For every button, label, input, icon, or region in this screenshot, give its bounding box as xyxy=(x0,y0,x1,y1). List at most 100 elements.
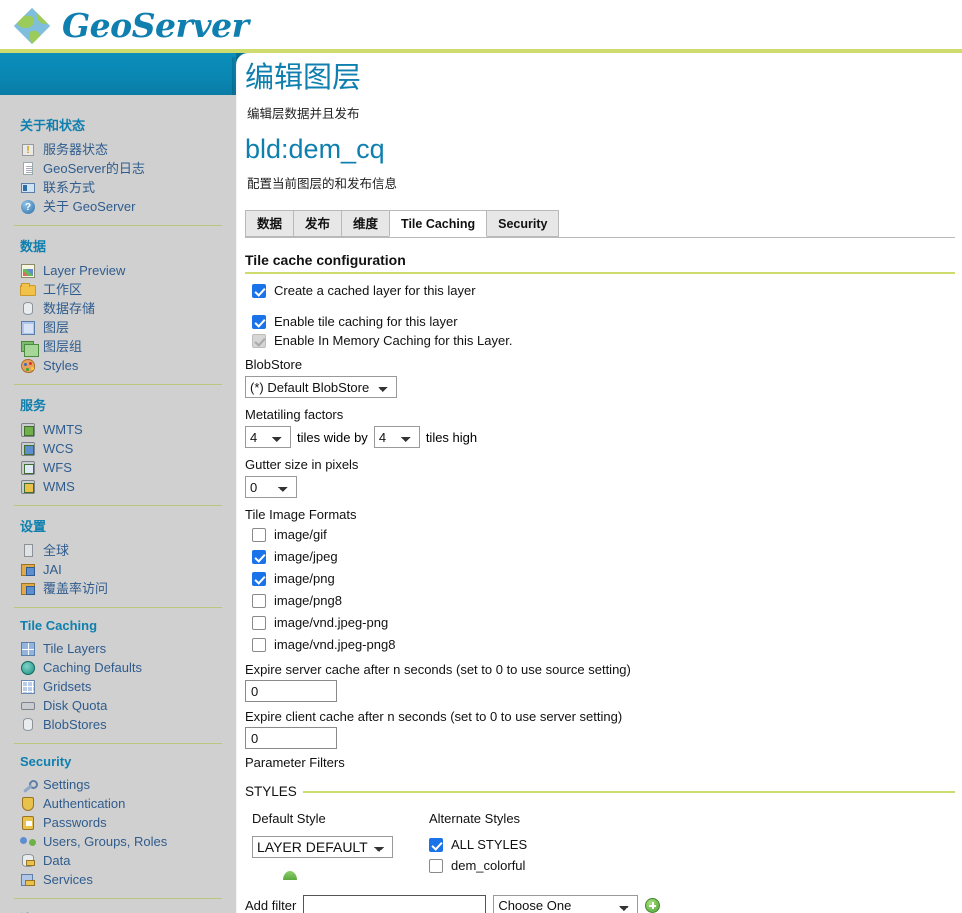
all-styles-checkbox[interactable] xyxy=(429,837,443,852)
sidebar-top-block xyxy=(0,53,236,95)
caching-defaults-icon xyxy=(20,660,36,676)
server-status-icon xyxy=(20,142,36,160)
format-row[interactable]: image/png xyxy=(245,571,955,586)
sidebar-item-passwords[interactable]: Passwords xyxy=(14,813,222,832)
sidebar-item-security-data[interactable]: Data xyxy=(14,851,222,870)
sidebar-item-wmts[interactable]: WMTS xyxy=(14,420,222,439)
alternate-style-row[interactable]: dem_colorful xyxy=(429,858,527,873)
metatiling-end-text: tiles high xyxy=(425,429,478,445)
enable-in-memory-caching-label: Enable In Memory Caching for this Layer. xyxy=(274,333,513,349)
blobstores-icon xyxy=(20,717,36,733)
create-cached-layer-label[interactable]: Create a cached layer for this layer xyxy=(274,283,476,298)
sidebar-item-security-settings[interactable]: Settings xyxy=(14,775,222,794)
shield-icon xyxy=(20,796,36,812)
sidebar-item-geoserver-logs[interactable]: GeoServer的日志 xyxy=(14,159,222,178)
sidebar-item-coverage-access[interactable]: 覆盖率访问 xyxy=(14,579,222,598)
sidebar-header-demos[interactable]: 演示 xyxy=(20,909,222,913)
styles-legend-rule xyxy=(302,790,955,793)
format-row[interactable]: image/vnd.jpeg-png8 xyxy=(245,637,955,652)
alternate-styles-column: Alternate Styles ALL STYLES dem_colorful xyxy=(429,811,527,873)
sidebar: 关于和状态 服务器状态 GeoServer的日志 联系方式 xyxy=(0,95,236,913)
sidebar-header-about-status: 关于和状态 xyxy=(20,118,86,133)
dem-colorful-checkbox[interactable] xyxy=(429,858,443,873)
sidebar-section-services: 服务 WMTS WCS WFS WMS xyxy=(0,395,236,496)
sidebar-section-security: Security Settings Authentication Passwor… xyxy=(0,754,236,889)
tab-data[interactable]: 数据 xyxy=(245,210,295,238)
sidebar-item-wms[interactable]: WMS xyxy=(14,477,222,496)
add-filter-input[interactable] xyxy=(303,895,487,913)
global-icon xyxy=(20,543,36,559)
sidebar-item-disk-quota[interactable]: Disk Quota xyxy=(14,696,222,715)
format-png8-checkbox[interactable] xyxy=(252,593,266,608)
format-row[interactable]: image/vnd.jpeg-png xyxy=(245,615,955,630)
expire-server-input[interactable] xyxy=(245,680,337,703)
format-gif-checkbox[interactable] xyxy=(252,527,266,542)
info-icon xyxy=(20,199,36,217)
layer-group-icon xyxy=(20,339,39,357)
metatiling-height-select[interactable]: 4 xyxy=(373,426,420,449)
brand-logo[interactable]: GeoServer xyxy=(8,2,249,50)
sidebar-item-layer-preview[interactable]: Layer Preview xyxy=(14,261,222,280)
format-png8-label[interactable]: image/png8 xyxy=(274,593,342,608)
sidebar-item-layergroups[interactable]: 图层组 xyxy=(14,337,222,357)
tile-image-formats-label: Tile Image Formats xyxy=(245,507,357,523)
sidebar-item-layers[interactable]: 图层 xyxy=(14,318,222,337)
format-vnd-jpeg-png8-checkbox[interactable] xyxy=(252,637,266,652)
sidebar-item-security-services[interactable]: Services xyxy=(14,870,222,889)
sidebar-item-contact[interactable]: 联系方式 xyxy=(14,178,222,197)
sidebar-header-tile-caching: Tile Caching xyxy=(20,618,98,633)
all-styles-label[interactable]: ALL STYLES xyxy=(451,837,527,852)
format-vnd-jpeg-png-label[interactable]: image/vnd.jpeg-png xyxy=(274,615,388,630)
format-vnd-jpeg-png8-label[interactable]: image/vnd.jpeg-png8 xyxy=(274,637,395,652)
format-row[interactable]: image/gif xyxy=(245,527,955,542)
tab-dimensions[interactable]: 维度 xyxy=(341,210,391,238)
blobstore-label: BlobStore xyxy=(245,357,303,373)
sidebar-item-about-geoserver[interactable]: 关于 GeoServer xyxy=(14,197,222,217)
format-png-label[interactable]: image/png xyxy=(274,571,335,586)
create-cached-layer-checkbox[interactable] xyxy=(252,283,266,298)
tab-security[interactable]: Security xyxy=(486,210,560,238)
disk-quota-icon xyxy=(20,698,36,714)
enable-tile-caching-checkbox[interactable] xyxy=(252,314,266,329)
enable-tile-caching-label[interactable]: Enable tile caching for this layer xyxy=(274,314,458,329)
sidebar-item-styles[interactable]: Styles xyxy=(14,356,222,375)
sidebar-item-workspaces[interactable]: 工作区 xyxy=(14,280,222,299)
sidebar-item-caching-defaults[interactable]: Caching Defaults xyxy=(14,658,222,677)
tab-bar: 数据 发布 维度 Tile Caching Security xyxy=(245,210,955,239)
add-filter-type-select[interactable]: Choose One xyxy=(493,895,639,913)
default-style-select[interactable]: LAYER DEFAULT xyxy=(252,836,393,859)
create-cached-layer-row[interactable]: Create a cached layer for this layer xyxy=(245,283,955,298)
sidebar-item-jai[interactable]: JAI xyxy=(14,560,222,579)
tab-publishing[interactable]: 发布 xyxy=(293,210,343,238)
sidebar-item-blobstores[interactable]: BlobStores xyxy=(14,715,222,734)
format-gif-label[interactable]: image/gif xyxy=(274,527,327,542)
format-row[interactable]: image/jpeg xyxy=(245,549,955,564)
sidebar-divider xyxy=(14,607,222,608)
sidebar-section-tile-caching: Tile Caching Tile Layers Caching Default… xyxy=(0,618,236,734)
format-vnd-jpeg-png-checkbox[interactable] xyxy=(252,615,266,630)
sidebar-item-tile-layers[interactable]: Tile Layers xyxy=(14,639,222,658)
sidebar-item-gridsets[interactable]: Gridsets xyxy=(14,677,222,696)
metatiling-width-select[interactable]: 4 xyxy=(245,426,291,449)
blobstore-select[interactable]: (*) Default BlobStore xyxy=(245,376,397,399)
styles-grid: Default Style LAYER DEFAULT Alternate St… xyxy=(245,811,955,873)
dem-colorful-label[interactable]: dem_colorful xyxy=(451,858,525,873)
format-png-checkbox[interactable] xyxy=(252,571,266,586)
default-style-label: Default Style xyxy=(252,811,326,827)
format-jpeg-checkbox[interactable] xyxy=(252,549,266,564)
sidebar-item-server-status[interactable]: 服务器状态 xyxy=(14,140,222,160)
sidebar-item-wfs[interactable]: WFS xyxy=(14,458,222,477)
tab-tile-caching[interactable]: Tile Caching xyxy=(389,210,488,238)
alternate-style-row[interactable]: ALL STYLES xyxy=(429,837,527,852)
sidebar-item-wcs[interactable]: WCS xyxy=(14,439,222,458)
format-jpeg-label[interactable]: image/jpeg xyxy=(274,549,338,564)
sidebar-item-authentication[interactable]: Authentication xyxy=(14,794,222,813)
enable-tile-caching-row[interactable]: Enable tile caching for this layer xyxy=(245,314,955,329)
add-circle-icon[interactable] xyxy=(645,898,661,913)
format-row[interactable]: image/png8 xyxy=(245,593,955,608)
sidebar-item-users-groups-roles[interactable]: Users, Groups, Roles xyxy=(14,832,222,851)
sidebar-item-global[interactable]: 全球 xyxy=(14,541,222,560)
gutter-size-select[interactable]: 0 xyxy=(245,476,297,499)
expire-client-input[interactable] xyxy=(245,727,337,750)
sidebar-item-datastores[interactable]: 数据存储 xyxy=(14,299,222,318)
